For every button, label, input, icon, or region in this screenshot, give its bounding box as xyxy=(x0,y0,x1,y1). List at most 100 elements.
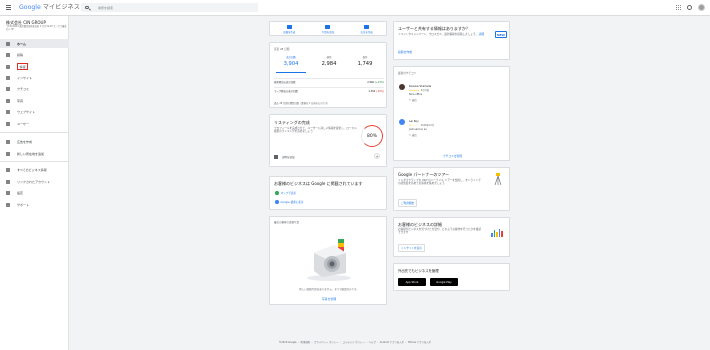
sidebar-item-create-ad[interactable]: 広告を作成 xyxy=(0,137,69,146)
details-desc: お客様がビジネスを見つけた方法や、どのような操作を行ったかを確認できます xyxy=(398,228,481,234)
completeness-ring: 80% xyxy=(361,125,383,147)
photos-title: 最近の顧客の投稿写真 xyxy=(274,221,300,224)
sidebar-item-support[interactable]: サポート xyxy=(0,200,69,209)
sidebar-item-add-location[interactable]: 新しい所在地を追加 xyxy=(0,149,69,158)
avatar xyxy=(399,119,405,125)
share-title: ユーザーと共有する情報はありますか？ xyxy=(398,26,470,31)
new-badge-icon: NEW xyxy=(495,31,507,38)
stats-note: 過去 28 日間の閲覧回数（数値は 1 日前のものです） xyxy=(274,102,330,105)
tab-indicator xyxy=(276,72,306,73)
insights-icon xyxy=(6,75,10,80)
sidebar: 株式会社 CIN GROUP 〒150-0013 東京都渋谷区恵比寿 1丁目 1… xyxy=(0,16,69,350)
star-icon xyxy=(6,86,10,91)
google-play-badge[interactable]: Google Play xyxy=(430,278,458,286)
reply-button[interactable]: ↰ 返信 xyxy=(409,98,417,102)
user-icon xyxy=(6,121,10,126)
stat-actions[interactable]: 操作 1,749 xyxy=(350,55,380,67)
reviews-title: 最新のクチコミ xyxy=(398,72,417,75)
help-icon xyxy=(6,202,10,207)
stats-period: 直近 28 日間 xyxy=(274,48,290,51)
sidebar-item-photos[interactable]: 写真 xyxy=(0,96,69,105)
avatar[interactable] xyxy=(698,4,705,11)
sidebar-item-home[interactable]: ホーム xyxy=(0,39,69,48)
menu-icon[interactable] xyxy=(6,5,11,10)
share-card: ユーザーと共有する情報はありますか？ イベントやキャンペーン、クロスセル、最新情… xyxy=(393,21,510,60)
completeness-title: リスティングの完成 xyxy=(274,120,310,125)
bar-chart-icon xyxy=(491,229,503,237)
mobile-title: 外出先でもビジネスを管理 xyxy=(398,269,439,273)
sidebar-item-website[interactable]: ウェブサイト xyxy=(0,107,69,116)
app-store-badge[interactable]: App Store xyxy=(398,278,426,286)
add-description-item[interactable]: 説明を追加 xyxy=(274,155,295,159)
learn-more-link[interactable]: 詳細 xyxy=(479,33,484,36)
partners-title: Google パートナーのツアー xyxy=(398,172,450,177)
completeness-desc: プロフィールを完成させて、ユーザーに詳しい情報を提供し、ローカル検索のランキング… xyxy=(274,127,357,133)
view-on-search-link[interactable]: Google 検索に表示 xyxy=(275,200,303,204)
website-icon xyxy=(6,109,10,114)
divider xyxy=(0,132,69,133)
location-icon xyxy=(6,151,10,156)
stats-card: 直近 28 日間 表示回数 3,904 検索 2,984 操作 1,749 検索経由の… xyxy=(269,42,387,108)
stat-row-maps: マップ経由の表示回数 1,304 (-10%) xyxy=(274,87,384,94)
share-desc: イベントやキャンペーン、クロスセル、最新情報を投稿しましょう。 詳細 xyxy=(398,33,484,36)
quick-actions-card: 投稿を作成 写真を追加 広告を作成 xyxy=(269,21,387,36)
ads-icon xyxy=(364,24,370,29)
list-icon xyxy=(6,167,10,172)
on-google-card: お客様のビジネスは Google に掲載されています マップで表示 Google… xyxy=(269,176,387,210)
search-icon xyxy=(85,5,89,9)
stat-row-search: 検索経由の表示回数 2,966 (+13%) xyxy=(274,78,384,85)
apps-icon[interactable] xyxy=(676,5,681,10)
latest-reviews-card: 最新のクチコミ Kosuke Shimada ★★★★★ 4か月前 Nice of… xyxy=(393,66,510,161)
stat-searches[interactable]: 検索 2,984 xyxy=(314,55,344,67)
photo-icon xyxy=(325,24,331,29)
google-icon xyxy=(275,200,279,204)
top-bar: Google マイビジネス 場所を検索 xyxy=(0,0,710,16)
sidebar-item-users[interactable]: ユーザー xyxy=(0,119,69,128)
ads-icon xyxy=(6,139,10,144)
link-icon xyxy=(6,179,10,184)
sidebar-item-insights[interactable]: インサイト xyxy=(0,73,69,82)
app-logo[interactable]: Google マイビジネス xyxy=(19,4,80,11)
footer-links[interactable]: ©2019 Google ・ 利用規約 ・ プライバシー ポリシー ・ コンテン… xyxy=(0,340,710,344)
description-icon xyxy=(274,155,278,159)
on-google-title: お客様のビジネスは Google に掲載されています xyxy=(274,181,363,186)
gear-icon[interactable] xyxy=(687,5,692,10)
sidebar-item-all-businesses[interactable]: すべてのビジネス情報 xyxy=(0,165,69,174)
create-post-button[interactable]: 投稿を作成 xyxy=(283,24,295,34)
mobile-apps-card: 外出先でもビジネスを管理 App Store Google Play xyxy=(393,263,510,291)
business-details-card: お客様のビジネスの詳細 お客様がビジネスを見つけた方法や、どのような操作を行った… xyxy=(393,217,510,257)
post-icon xyxy=(286,24,292,29)
partner-tour-card: Google パートナーのツアー インタラクティブな 360°のバーチャル ツア… xyxy=(393,167,510,211)
reply-button[interactable]: ↰ 返信 xyxy=(409,133,417,137)
get-started-button[interactable]: ご利用開始 xyxy=(398,199,417,207)
camera-illustration-icon xyxy=(307,239,351,281)
sidebar-item-reviews[interactable]: クチコミ xyxy=(0,84,69,93)
avatar xyxy=(399,84,405,90)
gear-icon xyxy=(6,190,10,195)
partners-desc: インタラクティブな 360°のバーチャル ツアーを使用し、オンラインでの認知度を… xyxy=(398,179,481,185)
search-placeholder: 場所を検索 xyxy=(98,5,114,10)
manage-photos-link[interactable]: 写真を管理 xyxy=(270,297,388,301)
divider xyxy=(0,161,69,162)
create-post-link[interactable]: 投稿を作成 xyxy=(398,50,412,54)
camera-tripod-icon xyxy=(494,173,502,185)
photo-icon xyxy=(6,98,10,103)
sidebar-item-posts[interactable]: 投稿 xyxy=(0,50,69,59)
post-icon xyxy=(6,52,10,57)
add-photo-button[interactable]: 写真を追加 xyxy=(322,24,334,34)
view-insights-button[interactable]: インサイトを表示 xyxy=(398,244,425,252)
maps-icon xyxy=(275,191,279,195)
search-input[interactable]: 場所を検索 xyxy=(81,3,258,12)
create-ad-button[interactable]: 広告を作成 xyxy=(361,24,373,34)
store-icon xyxy=(6,64,10,69)
sidebar-item-info[interactable]: 情報 xyxy=(0,62,69,71)
view-on-maps-link[interactable]: マップで表示 xyxy=(275,191,296,195)
sidebar-item-settings[interactable]: 設定 xyxy=(0,188,69,197)
home-icon xyxy=(6,41,10,46)
business-address: 〒150-0013 東京都渋谷区恵比寿 1丁目 19-15 ウノサワ東急ビル 3… xyxy=(6,25,67,31)
customer-photos-card: 最近の顧客の投稿写真 新しい投稿写真はありません。すべて確認済みです。 写真を管… xyxy=(269,216,387,305)
sidebar-item-linked-accounts[interactable]: リンクされたアカウント xyxy=(0,177,69,186)
add-icon[interactable]: + xyxy=(374,153,380,159)
stat-views[interactable]: 表示回数 3,904 xyxy=(276,55,306,67)
manage-reviews-link[interactable]: クチコミを管理 xyxy=(394,154,511,158)
